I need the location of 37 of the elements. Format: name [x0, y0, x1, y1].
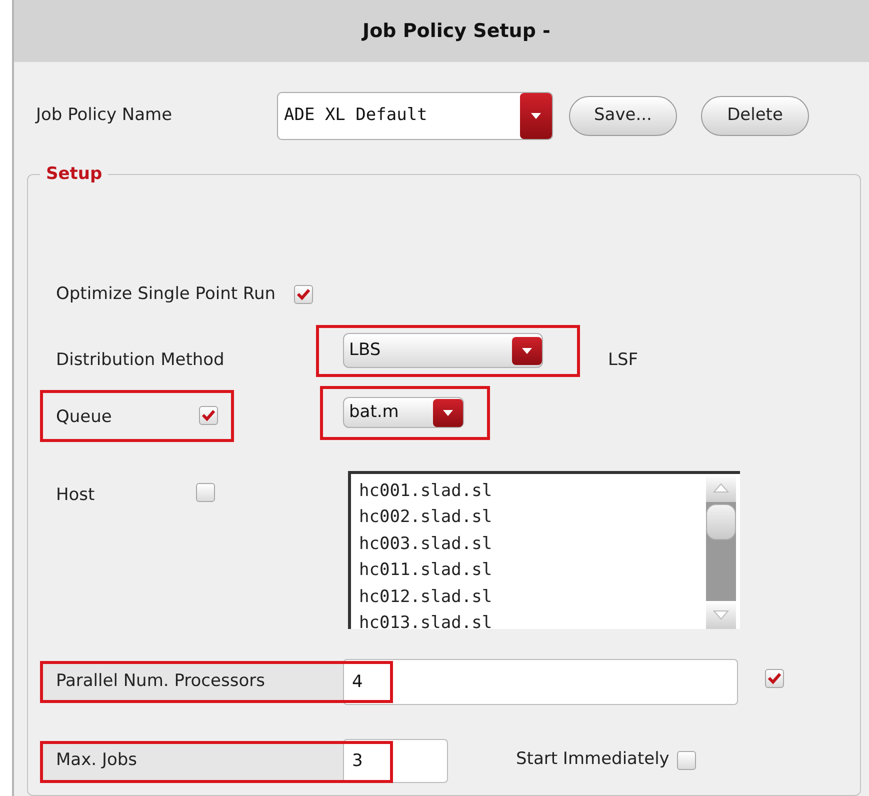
group-title: Setup: [45, 163, 104, 186]
checkbox[interactable]: [196, 482, 215, 502]
caret-icon: [520, 93, 552, 139]
field-label: Optimize Single Point Run: [56, 282, 276, 306]
list-item[interactable]: hc001.slad.sl: [359, 478, 706, 504]
checkbox[interactable]: [765, 669, 784, 688]
list-item[interactable]: hc002.slad.sl: [359, 504, 706, 530]
list-item[interactable]: hc003.slad.sl: [359, 530, 706, 557]
input-field[interactable]: 4: [343, 658, 738, 704]
policy-dropdown[interactable]: ADE XL Default: [277, 92, 553, 140]
checkbox[interactable]: [199, 406, 218, 425]
list-item[interactable]: hc011.slad.sl: [359, 557, 706, 584]
scroll-thumb[interactable]: [706, 504, 736, 540]
scroll-up-button[interactable]: [706, 474, 736, 502]
dropdown[interactable]: LBS: [343, 333, 543, 368]
field-label: Queue: [56, 406, 113, 429]
list-item[interactable]: hc013.slad.sl: [359, 610, 706, 628]
dialog-button[interactable]: Save...: [569, 96, 677, 136]
down-arrow-icon: [713, 610, 729, 620]
window-title: Job Policy Setup -: [360, 18, 550, 44]
field-label: Distribution Method: [56, 348, 226, 372]
input-field[interactable]: 3: [343, 738, 448, 782]
field-label: Start Immediately: [516, 748, 670, 771]
checkbox[interactable]: [677, 751, 696, 770]
dialog-button[interactable]: Delete: [701, 96, 809, 136]
field-label: Host: [56, 484, 96, 506]
host-list[interactable]: hc001.slad.sl hc002.slad.sl hc003.slad.sl hc011.slad.sl hc012.slad.sl hc013.slad.sl: [348, 470, 740, 628]
list-item[interactable]: hc012.slad.sl: [359, 584, 706, 610]
field-label: Job Policy Name: [36, 104, 174, 128]
checkbox[interactable]: [294, 285, 313, 304]
caret-icon: [433, 398, 463, 426]
dropdown[interactable]: bat.m: [343, 397, 464, 428]
field-label: LSF: [608, 348, 638, 372]
caret-icon: [512, 336, 542, 364]
up-arrow-icon: [713, 482, 729, 492]
scroll-down-button[interactable]: [706, 600, 736, 628]
scrollbar[interactable]: [706, 474, 736, 628]
